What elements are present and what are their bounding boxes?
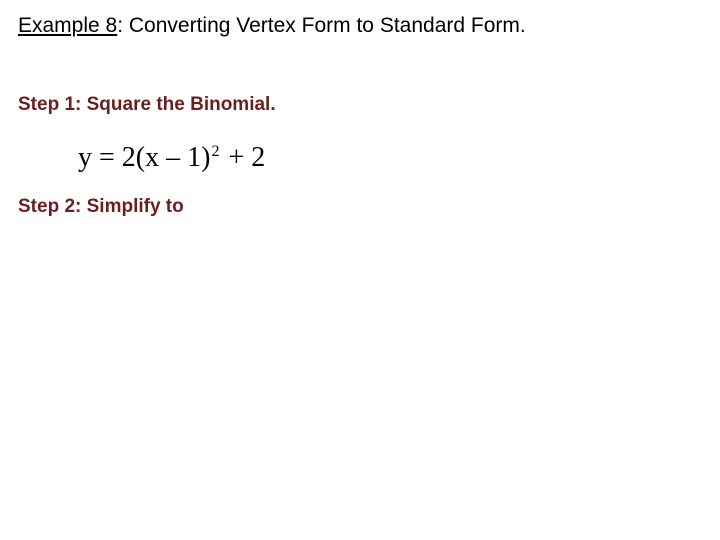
title-rest: : Converting Vertex Form to Standard For… bbox=[117, 14, 526, 37]
equation: y = 2(x – 1)2 + 2 bbox=[78, 142, 702, 174]
slide: Example 8: Converting Vertex Form to Sta… bbox=[0, 0, 720, 232]
slide-title: Example 8: Converting Vertex Form to Sta… bbox=[18, 14, 702, 38]
step-1-label: Step 1: Square the Binomial. bbox=[18, 94, 702, 116]
title-prefix: Example 8 bbox=[18, 14, 117, 37]
equation-exponent: 2 bbox=[211, 143, 219, 160]
step-2-label: Step 2: Simplify to bbox=[18, 196, 702, 218]
equation-rhs: + 2 bbox=[221, 142, 265, 173]
equation-lhs: y = 2(x – 1) bbox=[78, 142, 210, 173]
